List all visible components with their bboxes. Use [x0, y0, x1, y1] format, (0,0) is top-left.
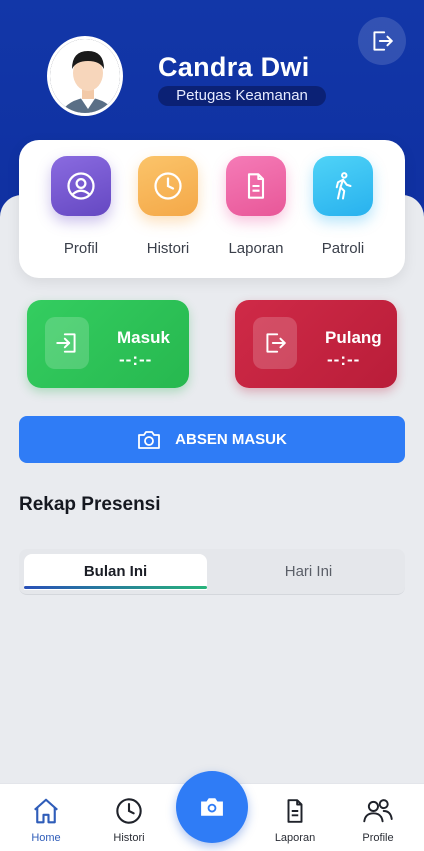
user-name: Candra Dwi [158, 52, 310, 82]
pulang-card[interactable]: Pulang --:-- [235, 300, 397, 388]
masuk-card[interactable]: Masuk --:-- [27, 300, 189, 388]
users-icon [363, 799, 393, 823]
camera-fab-button[interactable] [176, 771, 248, 843]
menu-item-histori[interactable]: Histori [128, 156, 208, 264]
menu-label-profil: Profil [63, 240, 99, 257]
menu-tile-histori [138, 156, 198, 216]
nav-label-histori: Histori [113, 832, 145, 844]
menu-label-laporan: Laporan [228, 240, 284, 257]
logout-button[interactable] [358, 17, 406, 65]
logout-icon [266, 333, 286, 353]
tab-hari-ini[interactable]: Hari Ini [217, 554, 400, 590]
masuk-label: Masuk [117, 328, 170, 347]
menu-label-patroli: Patroli [321, 240, 365, 257]
menu-tile-profil [51, 156, 111, 216]
rekap-tabs: Bulan Ini Hari Ini [19, 549, 405, 595]
nav-label-profile: Profile [362, 832, 394, 844]
logout-icon [373, 31, 393, 51]
document-icon [247, 173, 265, 199]
masuk-icon-box [45, 317, 89, 369]
masuk-time: --:-- [119, 350, 153, 369]
nav-item-laporan[interactable]: Laporan [260, 796, 330, 844]
absen-masuk-button[interactable]: ABSEN MASUK [19, 416, 405, 463]
nav-item-home[interactable]: Home [11, 796, 81, 844]
absen-masuk-label: ABSEN MASUK [175, 431, 287, 448]
camera-icon [201, 798, 223, 816]
pulang-time: --:-- [327, 350, 361, 369]
menu-item-patroli[interactable]: Patroli [303, 156, 383, 264]
tab-bulan-ini[interactable]: Bulan Ini [24, 554, 207, 590]
menu-item-laporan[interactable]: Laporan [216, 156, 296, 264]
nav-item-profile[interactable]: Profile [343, 796, 413, 844]
active-tab-indicator [24, 586, 207, 589]
pulang-label: Pulang [325, 328, 382, 347]
home-icon [34, 798, 58, 824]
profile-icon [67, 172, 95, 200]
menu-card: Profil Histori Laporan Patroli [19, 140, 405, 278]
walk-icon [335, 172, 352, 200]
pulang-icon-box [253, 317, 297, 369]
menu-item-profil[interactable]: Profil [41, 156, 121, 264]
menu-tile-patroli [313, 156, 373, 216]
nav-label-laporan: Laporan [274, 832, 316, 844]
menu-label-histori: Histori [146, 240, 190, 257]
clock-icon [116, 798, 142, 824]
clock-icon [154, 172, 182, 200]
nav-item-histori[interactable]: Histori [94, 796, 164, 844]
document-icon [287, 799, 303, 823]
nav-label-home: Home [31, 832, 61, 844]
rekap-presensi-title: Rekap Presensi [19, 494, 161, 515]
user-avatar [47, 36, 123, 116]
login-icon [56, 333, 76, 353]
camera-icon [138, 430, 161, 449]
menu-tile-laporan [226, 156, 286, 216]
user-role-badge: Petugas Keamanan [158, 86, 326, 106]
